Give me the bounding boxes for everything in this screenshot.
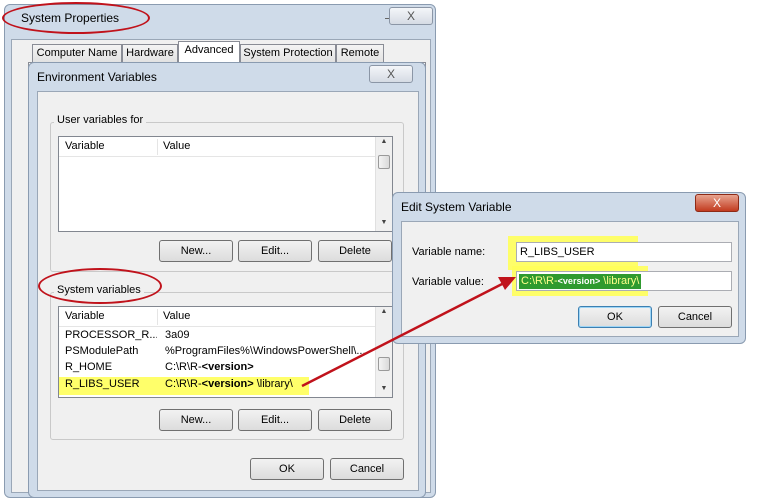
annotation-arrow	[301, 277, 516, 388]
arrow-line	[301, 280, 507, 388]
